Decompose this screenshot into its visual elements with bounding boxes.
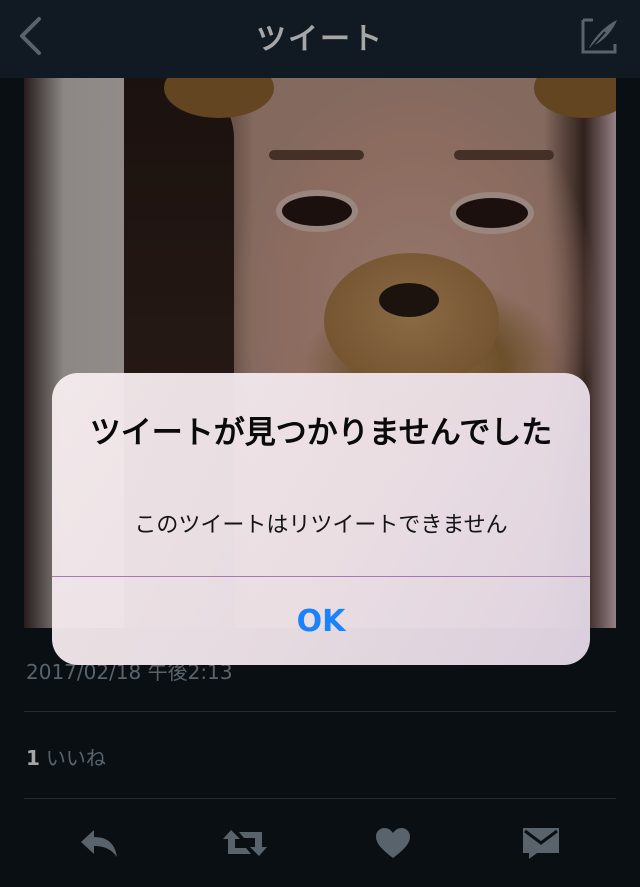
alert-dialog: ツイートが見つかりませんでした このツイートはリツイートできません OK bbox=[52, 373, 590, 665]
alert-message: このツイートはリツイートできません bbox=[134, 513, 508, 538]
ok-button[interactable]: OK bbox=[52, 577, 590, 665]
alert-title: ツイートが見つかりませんでした bbox=[89, 415, 553, 451]
